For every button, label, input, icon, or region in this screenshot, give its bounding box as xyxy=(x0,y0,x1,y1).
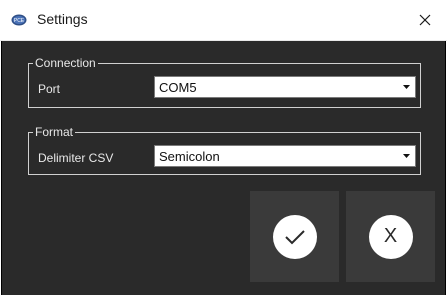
svg-text:PCE: PCE xyxy=(14,18,25,24)
delimiter-value: Semicolon xyxy=(159,149,220,164)
close-button[interactable] xyxy=(403,0,447,40)
title-bar[interactable]: PCE Settings xyxy=(0,0,447,41)
chevron-down-icon[interactable] xyxy=(397,77,415,97)
format-legend: Format xyxy=(35,125,74,139)
chevron-down-icon[interactable] xyxy=(397,146,415,166)
delimiter-select[interactable]: Semicolon xyxy=(154,145,416,167)
ok-button[interactable] xyxy=(250,191,339,282)
port-label: Port xyxy=(38,82,61,96)
settings-dialog: PCE Settings Connection Port COM5 Format… xyxy=(0,0,447,295)
ok-circle xyxy=(272,214,317,259)
connection-legend: Connection xyxy=(35,56,96,70)
dialog-content: Connection Port COM5 Format Delimiter CS… xyxy=(1,41,446,295)
app-logo-icon: PCE xyxy=(11,14,27,26)
close-icon xyxy=(419,14,431,26)
cancel-label: X xyxy=(383,225,398,247)
cancel-button[interactable]: X xyxy=(346,191,435,282)
delimiter-label: Delimiter CSV xyxy=(38,151,114,165)
window-title: Settings xyxy=(37,11,88,27)
checkmark-icon xyxy=(284,229,305,244)
cancel-circle: X xyxy=(368,214,413,259)
port-select[interactable]: COM5 xyxy=(154,76,416,98)
port-value: COM5 xyxy=(159,80,197,95)
